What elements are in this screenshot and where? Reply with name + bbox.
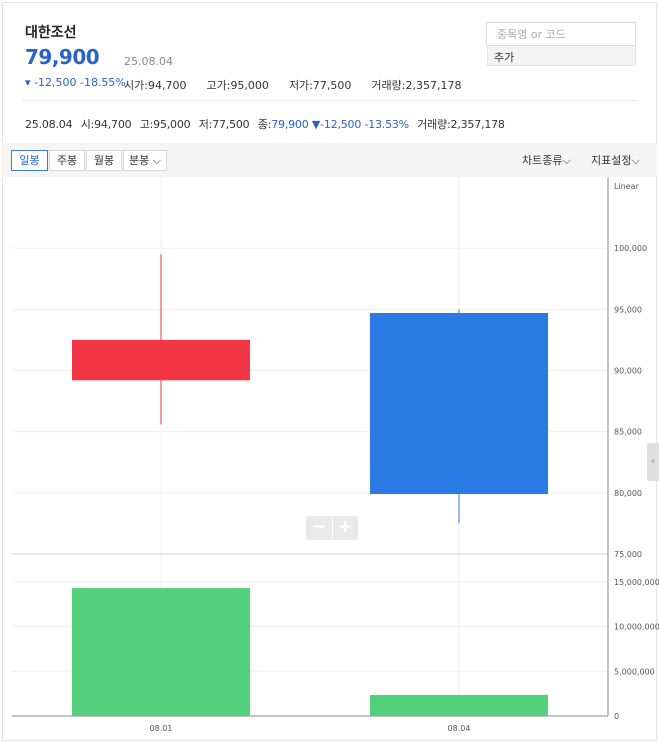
y-tick-label: 15,000,000 [614, 578, 659, 587]
chart-toolbar: 일봉 주봉 월봉 분봉 ⌵ 차트종류⌵ 지표설정⌵ [2, 143, 657, 177]
divider [22, 100, 638, 101]
indicator-menu[interactable]: 지표설정⌵ [591, 152, 640, 168]
volume-bar [370, 694, 548, 716]
chevron-down-icon: ⌵ [631, 154, 640, 167]
add-button[interactable]: 추가 [487, 46, 636, 66]
tab-weekly[interactable]: 주봉 [49, 150, 85, 171]
y-tick-label: 85,000 [614, 428, 642, 437]
stat-volume: 거래량:2,357,178 [371, 79, 462, 92]
chart-type-menu[interactable]: 차트종류⌵ [522, 152, 571, 168]
candle-body [72, 339, 250, 381]
y-tick-label: 80,000 [614, 489, 642, 498]
chart-area[interactable]: Linear 75,000 80,000 85,000 90,000 95,000 100… [0, 177, 659, 743]
stat-open: 시가:94,700 [124, 79, 187, 92]
tab-minute[interactable]: 분봉 ⌵ [123, 150, 167, 171]
x-tick-label: 08.04 [448, 724, 471, 733]
volume-bar [72, 588, 250, 716]
chevron-down-icon: ⌵ [562, 154, 571, 167]
side-panel-toggle[interactable]: ‹ [647, 443, 659, 481]
y-tick-label: 75,000 [614, 550, 642, 559]
zoom-controls: − + [306, 516, 358, 540]
x-tick-label: 08.01 [150, 724, 173, 733]
candle-body [370, 313, 548, 495]
ohlc-summary: 25.08.04 시:94,700 고:95,000 저:77,500 종:79… [25, 118, 505, 131]
stock-name: 대한조선 [25, 25, 77, 41]
stats-row: 시가:94,700 고가:95,000 저가:77,500 거래량:2,357,… [124, 77, 461, 93]
y-tick-label: 5,000,000 [614, 667, 655, 676]
chevron-left-icon: ‹ [651, 456, 655, 467]
zoom-out-button[interactable]: − [306, 516, 333, 540]
tab-monthly[interactable]: 월봉 [86, 150, 122, 171]
scale-label: Linear [614, 182, 640, 191]
tab-daily[interactable]: 일봉 [11, 150, 48, 171]
price-date: 25.08.04 [124, 55, 173, 68]
y-tick-label: 10,000,000 [614, 623, 659, 632]
stat-high: 고가:95,000 [206, 79, 269, 92]
price-change: ▾ -12,500 -18.55% [25, 76, 126, 89]
y-tick-label: 0 [614, 712, 619, 721]
y-tick-label: 95,000 [614, 305, 642, 314]
chevron-down-icon: ⌵ [149, 154, 162, 167]
y-tick-label: 100,000 [614, 244, 647, 253]
search-input[interactable] [486, 22, 636, 46]
current-price: 79,900 [25, 45, 100, 69]
zoom-in-button[interactable]: + [333, 516, 359, 540]
candlestick-chart[interactable]: Linear 75,000 80,000 85,000 90,000 95,000 100… [0, 177, 659, 743]
stat-low: 저가:77,500 [288, 79, 352, 92]
y-tick-label: 90,000 [614, 367, 642, 376]
